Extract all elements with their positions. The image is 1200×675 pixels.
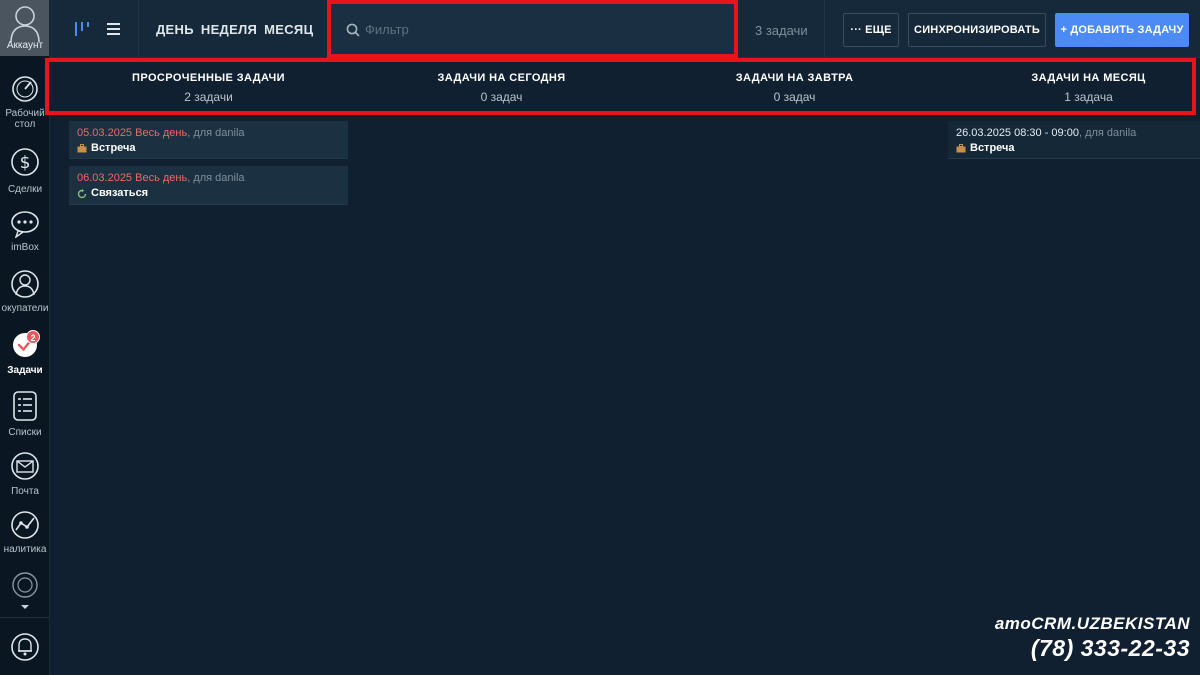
sidebar-mail-label: Почта	[11, 486, 39, 497]
sidebar-lists-label: Списки	[8, 427, 42, 438]
column-count: 1 задача	[1064, 90, 1113, 104]
bell-icon	[11, 633, 39, 661]
sidebar-deals-label: Сделки	[7, 184, 43, 195]
sidebar-item-dashboard[interactable]: Рабочий стол	[0, 74, 49, 130]
sync-button[interactable]: СИНХРОНИЗИРОВАТЬ	[908, 13, 1046, 47]
sidebar-customers-label: окупатели	[1, 303, 49, 314]
more-nav-icon	[12, 572, 38, 609]
toolbar-divider	[138, 0, 139, 58]
sidebar-item-notifications[interactable]	[0, 630, 49, 664]
task-date: 26.03.2025 08:30 - 09:00	[956, 127, 1079, 139]
task-for: , для	[187, 127, 213, 139]
briefcase-icon	[956, 144, 966, 153]
sidebar-item-lists[interactable]: Списки	[0, 390, 49, 438]
column-count: 2 задачи	[184, 90, 233, 104]
dollar-icon: $	[11, 148, 39, 176]
board-view-icon[interactable]	[74, 21, 92, 37]
column-count: 0 задач	[480, 90, 523, 104]
sidebar-item-mail[interactable]: Почта	[0, 452, 49, 497]
task-columns-header: ПРОСРОЧЕННЫЕ ЗАДАЧИ 2 задачи ЗАДАЧИ НА С…	[50, 58, 1200, 115]
column-title: ЗАДАЧИ НА МЕСЯЦ	[1031, 72, 1146, 84]
column-month[interactable]: ЗАДАЧИ НА МЕСЯЦ 1 задача	[945, 58, 1200, 115]
column-title: ЗАДАЧИ НА ЗАВТРА	[735, 72, 854, 84]
sidebar-analytics-label: налитика	[3, 544, 47, 555]
tasks-count-badge: 2	[26, 330, 40, 344]
tab-day[interactable]: ДЕНЬ	[156, 22, 194, 37]
chat-icon	[11, 211, 39, 238]
top-toolbar: ДЕНЬ НЕДЕЛЯ МЕСЯЦ 3 задачи ··· ЕЩЕ СИНХР…	[50, 0, 1200, 58]
brand-watermark: amoCRM.UZBEKISTAN (78) 333-22-33	[995, 614, 1190, 662]
task-count-label: 3 задачи	[755, 23, 808, 38]
lists-icon	[13, 391, 37, 421]
brand-phone: (78) 333-22-33	[1030, 635, 1190, 661]
add-task-button[interactable]: + ДОБАВИТЬ ЗАДАЧУ	[1055, 13, 1189, 47]
tab-month[interactable]: МЕСЯЦ	[264, 22, 313, 37]
task-card[interactable]: 06.03.2025 Весь день, для danila Связать…	[69, 166, 348, 205]
sidebar-item-customers[interactable]: окупатели	[0, 268, 49, 314]
column-today[interactable]: ЗАДАЧИ НА СЕГОДНЯ 0 задач	[358, 58, 645, 115]
filter-input[interactable]	[365, 18, 725, 40]
sidebar-item-more[interactable]	[0, 570, 49, 612]
column-title: ПРОСРОЧЕННЫЕ ЗАДАЧИ	[132, 72, 285, 84]
dashboard-icon	[12, 76, 38, 102]
more-button[interactable]: ··· ЕЩЕ	[843, 13, 899, 47]
search-icon	[346, 23, 360, 37]
sidebar-divider	[0, 617, 49, 618]
toolbar-divider	[824, 0, 825, 58]
avatar-icon	[10, 6, 40, 42]
sidebar-item-deals[interactable]: $ Сделки	[0, 146, 49, 195]
column-count: 0 задач	[773, 90, 816, 104]
sidebar-item-imbox[interactable]: imBox	[0, 210, 49, 253]
column-title: ЗАДАЧИ НА СЕГОДНЯ	[437, 72, 566, 84]
sidebar-imbox-label: imBox	[11, 242, 39, 253]
period-tabs: ДЕНЬ НЕДЕЛЯ МЕСЯЦ	[156, 22, 313, 37]
task-for: , для	[187, 172, 213, 184]
column-tomorrow[interactable]: ЗАДАЧИ НА ЗАВТРА 0 задач	[651, 58, 938, 115]
tab-week[interactable]: НЕДЕЛЯ	[201, 22, 257, 37]
customers-icon	[11, 270, 39, 298]
task-card[interactable]: 26.03.2025 08:30 - 09:00, для danila Вст…	[948, 121, 1200, 159]
refresh-icon	[77, 188, 87, 198]
left-sidebar: Аккаунт Рабочий стол $ Сделки imBox окуп…	[0, 0, 50, 675]
sidebar-item-analytics[interactable]: налитика	[0, 510, 49, 555]
task-type: Связаться	[91, 187, 149, 199]
mail-icon	[11, 452, 39, 480]
column-overdue[interactable]: ПРОСРОЧЕННЫЕ ЗАДАЧИ 2 задачи	[65, 58, 352, 115]
sidebar-item-tasks[interactable]: Задачи	[0, 330, 49, 376]
task-type: Встреча	[91, 142, 136, 154]
briefcase-icon	[77, 144, 87, 153]
task-user[interactable]: danila	[215, 172, 244, 184]
task-type: Встреча	[970, 142, 1015, 154]
sidebar-account-label: Аккаунт	[6, 40, 44, 51]
brand-name: amoCRM.UZBEKISTAN	[994, 614, 1190, 633]
svg-text:$: $	[20, 153, 31, 173]
task-card[interactable]: 05.03.2025 Весь день, для danila Встреча	[69, 121, 348, 159]
task-for: , для	[1078, 127, 1104, 139]
sidebar-dashboard-label-1: Рабочий	[5, 108, 45, 119]
filter-search-box	[329, 0, 736, 58]
task-user[interactable]: danila	[1107, 127, 1136, 139]
task-date: 06.03.2025 Весь день	[77, 172, 188, 184]
analytics-icon	[11, 511, 39, 539]
sidebar-tasks-label: Задачи	[7, 365, 43, 376]
list-view-icon[interactable]	[106, 21, 122, 37]
task-date: 05.03.2025 Весь день	[77, 127, 188, 139]
task-user[interactable]: danila	[215, 127, 244, 139]
sidebar-dashboard-label-2: стол	[14, 119, 36, 130]
sidebar-item-account[interactable]: Аккаунт	[0, 0, 49, 56]
